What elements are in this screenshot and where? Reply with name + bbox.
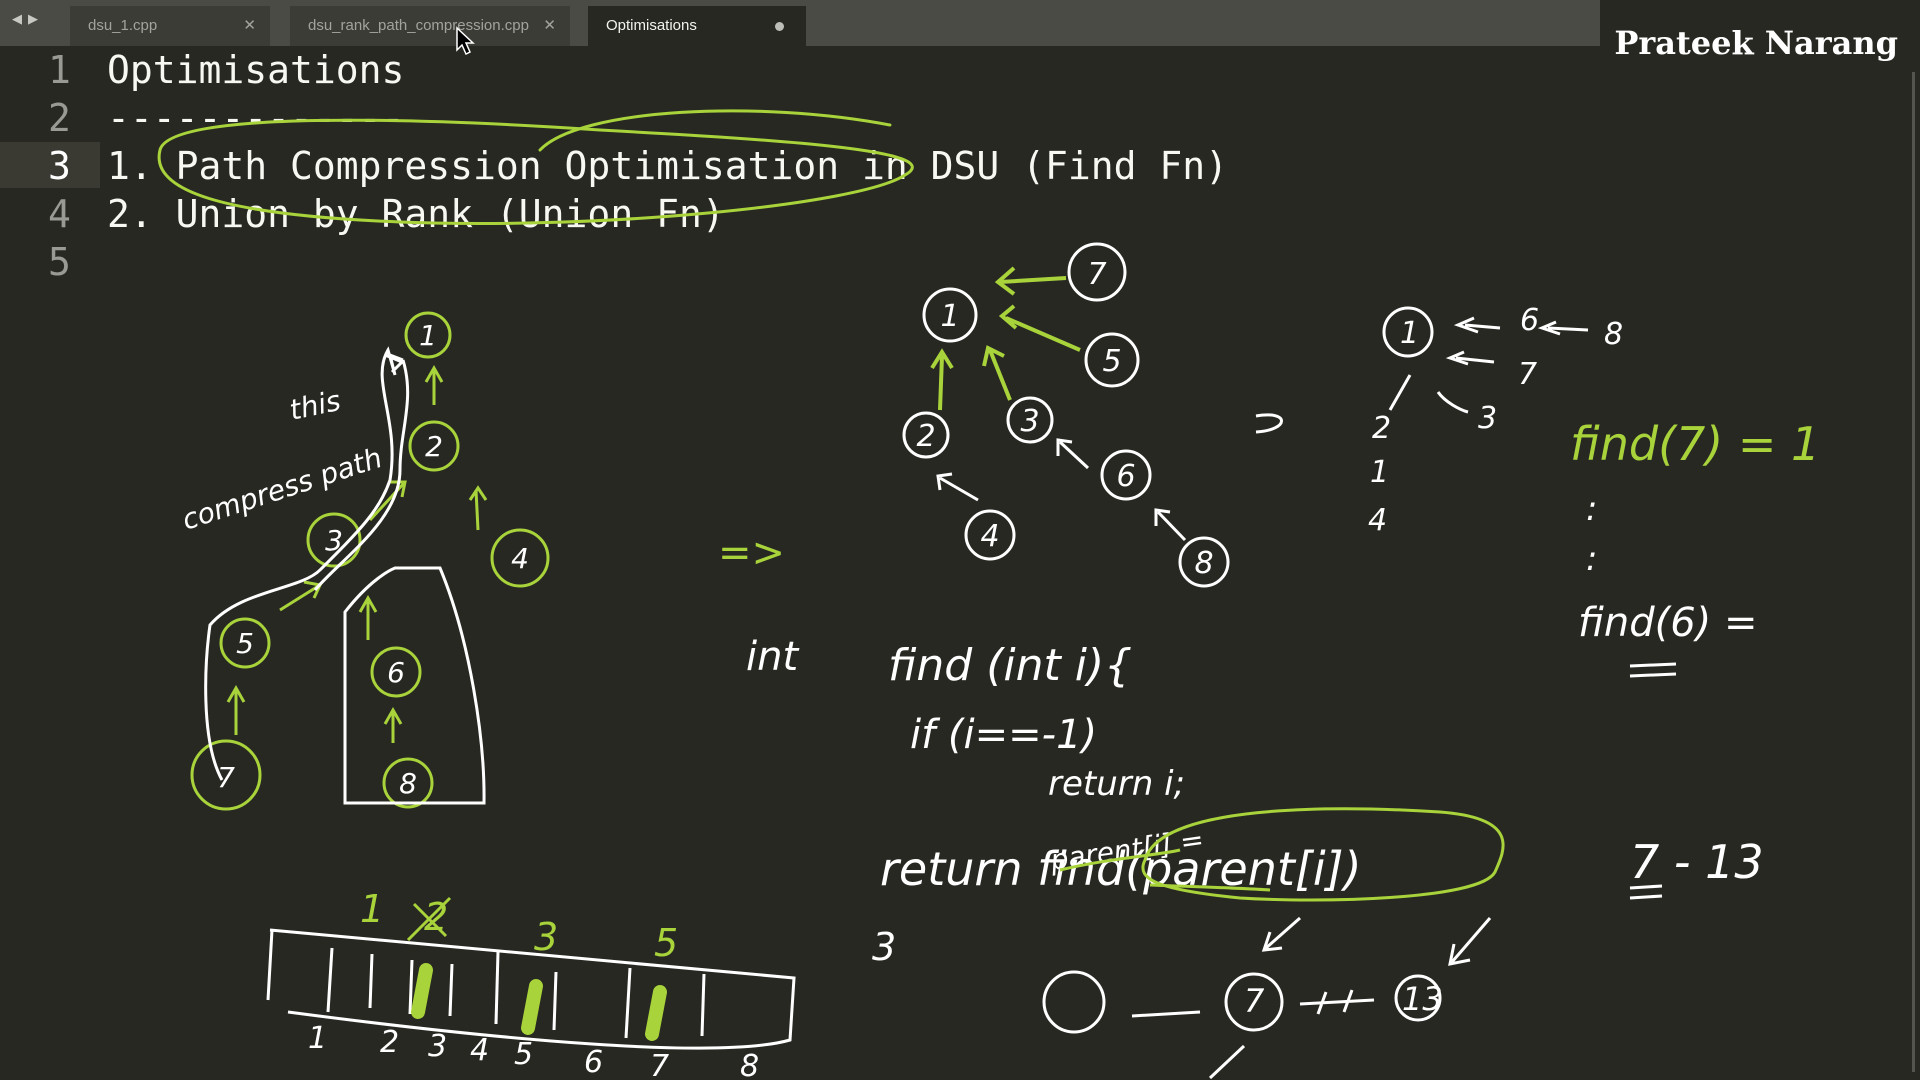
svg-text:6: 6: [1520, 303, 1539, 338]
svg-text:7: 7: [1087, 257, 1106, 292]
svg-text:return i;: return i;: [1048, 764, 1185, 804]
svg-text:6: 6: [1116, 459, 1135, 494]
note-this: this: [287, 384, 344, 427]
left-tree-labels: 1 2 4 3 5 6 7 8: [217, 319, 529, 800]
svg-text:4: 4: [1368, 503, 1387, 538]
pen-annotations: this compress path 1 2 4 3 5 6 7 8 => 1 …: [157, 26, 1820, 1080]
svg-text:1: 1: [360, 887, 384, 931]
svg-text:3: 3: [428, 1029, 447, 1064]
misc-note: 3: [872, 925, 896, 969]
middle-tree-labels: 1 7 5 2 3 6 4 8: [916, 257, 1213, 581]
svg-text:find (int i){: find (int i){: [888, 640, 1132, 691]
svg-text:if (i==-1): if (i==-1): [910, 712, 1097, 758]
svg-text:3: 3: [534, 915, 558, 959]
svg-text:1: 1: [1370, 455, 1389, 490]
svg-text:3: 3: [1478, 401, 1497, 436]
svg-text:1: 1: [419, 319, 437, 352]
svg-text::: :: [1586, 489, 1597, 529]
svg-text:return find(parent[i]): return find(parent[i]): [880, 842, 1362, 896]
handwritten-code: int find (int i){ if (i==-1) return i; p…: [746, 634, 1362, 896]
svg-text:8: 8: [1604, 317, 1623, 352]
svg-text:3: 3: [1020, 404, 1039, 439]
bottom-nodes: [1042, 970, 1442, 1080]
svg-text:2: 2: [916, 419, 935, 454]
svg-text:4: 4: [470, 1033, 489, 1068]
svg-text:5: 5: [654, 921, 678, 965]
svg-text:6: 6: [584, 1045, 603, 1080]
svg-text:1: 1: [308, 1021, 327, 1056]
svg-text:4: 4: [980, 519, 999, 554]
mouse-cursor-icon: [456, 26, 475, 56]
svg-text:5: 5: [514, 1037, 533, 1072]
svg-text:7: 7: [1518, 357, 1537, 392]
misc-note: 7 - 13: [1630, 835, 1764, 889]
svg-text:find(6) =: find(6) =: [1578, 600, 1757, 646]
svg-text:6: 6: [387, 656, 405, 689]
svg-text:5: 5: [236, 627, 254, 660]
svg-text:7: 7: [217, 761, 235, 794]
bottom-node-label: 13: [1402, 980, 1443, 1018]
svg-text:8: 8: [1194, 546, 1213, 581]
svg-text:8: 8: [740, 1049, 759, 1080]
find-examples: find(7) = 1 : : find(6) =: [1570, 417, 1820, 678]
svg-text:4: 4: [511, 542, 529, 575]
bottom-node-label: 7: [1244, 982, 1265, 1020]
svg-text:2: 2: [425, 430, 443, 463]
svg-text:3: 3: [325, 524, 343, 557]
svg-text::: :: [1586, 539, 1597, 579]
svg-text:8: 8: [399, 767, 417, 800]
left-tree: [190, 311, 550, 811]
svg-text:1: 1: [1400, 316, 1419, 351]
svg-text:int: int: [746, 634, 799, 680]
svg-text:1: 1: [940, 299, 959, 334]
svg-text:2: 2: [1372, 411, 1391, 446]
implies-arrow: =>: [718, 530, 785, 576]
middle-tree: [902, 242, 1230, 588]
svg-text:7: 7: [650, 1049, 669, 1080]
highlight-ellipse: [157, 118, 914, 226]
svg-text:2: 2: [380, 1025, 399, 1060]
svg-text:find(7) = 1: find(7) = 1: [1570, 417, 1820, 471]
svg-text:5: 5: [1102, 344, 1121, 379]
